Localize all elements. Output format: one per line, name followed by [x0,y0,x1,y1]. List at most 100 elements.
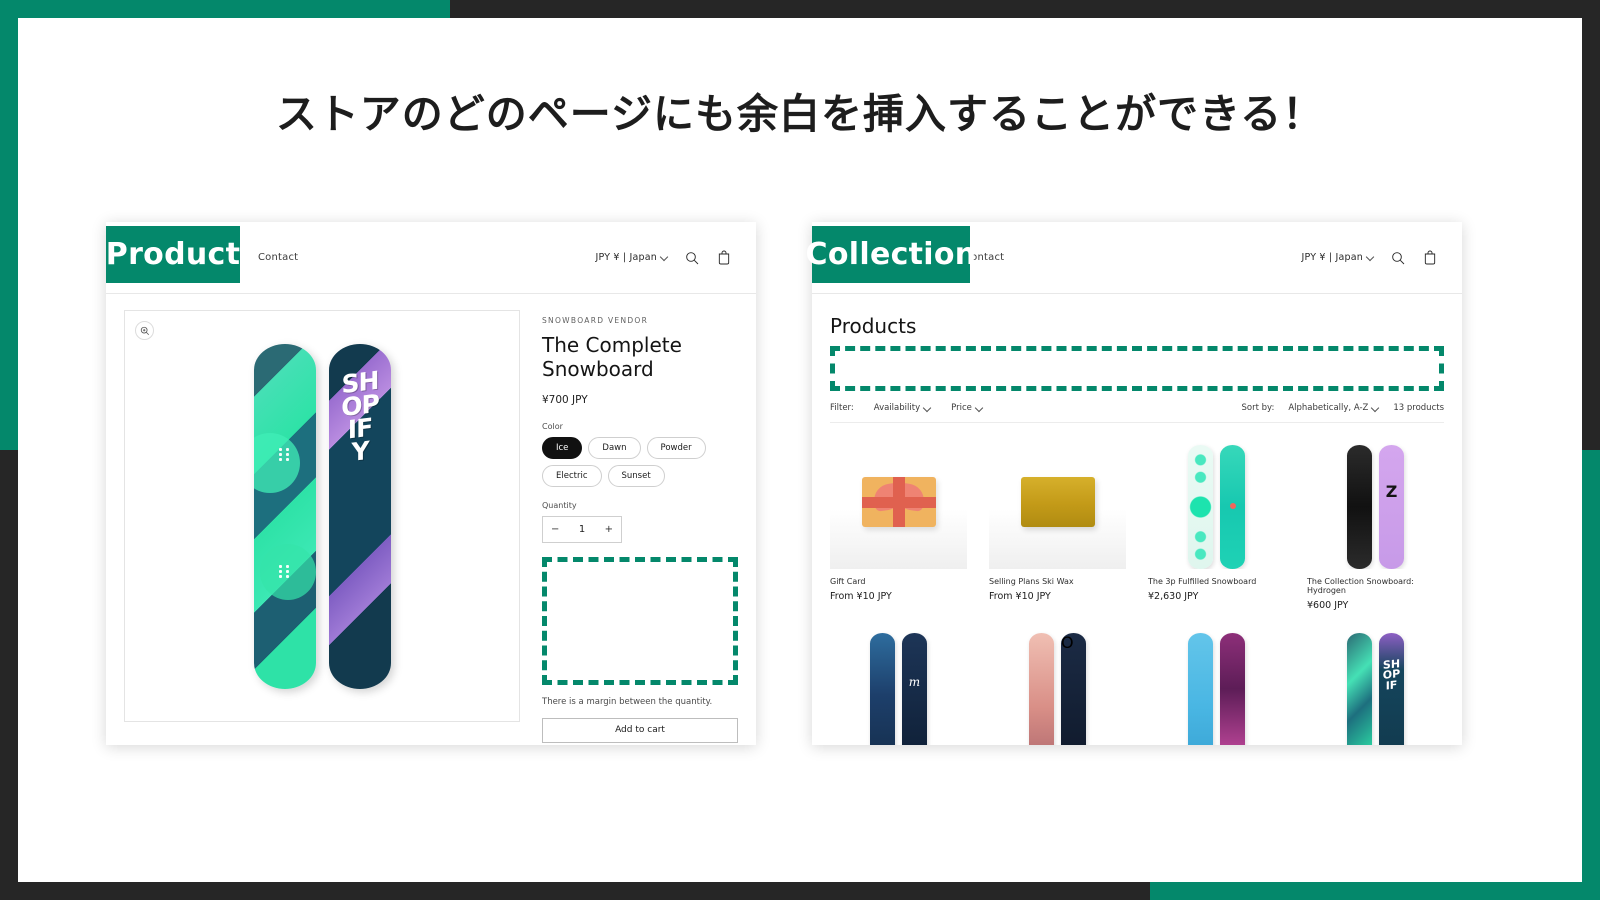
product-grid-row-1: Gift Card From ¥10 JPY Selling Plans Ski… [830,437,1444,611]
search-icon[interactable] [1390,250,1406,266]
snowboard-back-image: SH OP IF Y [328,343,391,689]
color-option-ice[interactable]: Ice [542,436,583,459]
snowboard-image: SH OP IF [1347,629,1404,745]
nav-link-contact[interactable]: Contact [258,252,298,263]
quantity-label: Quantity [542,500,577,510]
product-thumbnail [1148,437,1285,569]
collection-title: Products [830,314,917,338]
chevron-down-icon [1372,405,1379,412]
product-card-gift-card[interactable]: Gift Card From ¥10 JPY [830,437,967,611]
product-price: ¥600 JPY [1307,600,1349,611]
page-title: ストアのどのページにも余白を挿入することができる！ [275,90,1325,138]
product-name: The 3p Fulfilled Snowboard [1148,577,1257,586]
gift-card-image [861,477,936,527]
chevron-down-icon [661,254,668,261]
snowboard-image [1188,441,1245,569]
currency-selector[interactable]: JPY ¥ | Japan [595,252,668,263]
product-price: From ¥10 JPY [989,591,1051,602]
currency-label: JPY ¥ | Japan [595,252,657,263]
cart-icon[interactable] [1422,250,1438,266]
product-thumbnail [1148,625,1285,745]
product-thumbnail: SH OP IF [1307,625,1444,745]
collection-header-actions: JPY ¥ | Japan [1301,250,1438,266]
collection-body: Products Filter: Availability Price Sort… [812,294,1462,745]
product-card-row2-3[interactable] [1148,625,1285,745]
product-thumbnail: O [989,625,1126,745]
color-option-sunset[interactable]: Sunset [607,464,665,487]
quantity-decrease-button[interactable]: − [551,524,559,535]
margin-highlight-box [542,556,738,685]
collection-page-card: Contact JPY ¥ | Japan Products Filter: A… [812,222,1462,745]
filter-label: Filter: [830,403,854,413]
frame-border-top-green [0,0,450,18]
snowboard-image: Z [1347,441,1404,569]
product-gallery[interactable]: SH OP IF Y [124,310,520,722]
filter-availability-label: Availability [873,403,921,413]
frame-border-top-dark [450,0,1600,18]
search-icon[interactable] [684,250,700,266]
product-price: From ¥10 JPY [830,591,892,602]
product-thumbnail: m [830,625,967,745]
color-swatch-group: Ice Dawn Powder Electric Sunset [542,436,738,487]
product-name: The Collection Snowboard: Hydrogen [1307,577,1414,595]
product-thumbnail: Z [1307,437,1444,569]
cart-icon[interactable] [716,250,732,266]
chevron-down-icon [924,405,931,412]
product-page-card: Contact JPY ¥ | Japan SH OP IF Y SNOWBOA… [106,222,756,745]
product-vendor: SNOWBOARD VENDOR [542,316,649,325]
collection-page-badge: Collection [806,226,976,283]
snowboard-image: m [870,629,927,745]
product-price: ¥700 JPY [542,393,588,406]
product-card-row2-2[interactable]: O [989,625,1126,745]
product-title: The Complete Snowboard [542,333,682,382]
product-count: 13 products [1393,403,1444,413]
product-card-row2-1[interactable]: m [830,625,967,745]
product-page-badge: Product [106,226,240,283]
ski-wax-image [1020,477,1095,527]
binding-holes-top [277,447,291,461]
snowboard-front-image [253,343,316,689]
add-to-cart-button[interactable]: Add to cart [542,717,738,743]
quantity-increase-button[interactable]: + [605,524,613,535]
filter-price-label: Price [951,403,972,413]
quantity-input[interactable]: 1 [579,524,585,535]
currency-selector-collection[interactable]: JPY ¥ | Japan [1301,252,1374,263]
sort-value: Alphabetically, A-Z [1288,403,1369,413]
product-header-actions: JPY ¥ | Japan [595,250,732,266]
board-logotype: SH OP IF Y [340,365,379,468]
product-card-row2-4[interactable]: SH OP IF [1307,625,1444,745]
color-option-electric[interactable]: Electric [542,464,602,487]
currency-label-collection: JPY ¥ | Japan [1301,252,1363,263]
snowboard-image: O [1029,629,1086,745]
filter-availability[interactable]: Availability [874,403,931,413]
frame-border-left-dark [0,450,18,900]
margin-caption: There is a margin between the quantity. [542,696,713,707]
chevron-down-icon [1367,254,1374,261]
sort-select[interactable]: Alphabetically, A-Z [1288,403,1379,413]
color-option-dawn[interactable]: Dawn [588,436,641,459]
product-thumbnail [989,437,1126,569]
quantity-stepper[interactable]: − 1 + [542,515,622,543]
filter-bar: Filter: Availability Price Sort by: Alph… [830,403,1444,423]
sort-by-label: Sort by: [1241,403,1275,413]
zoom-in-icon[interactable] [135,321,154,340]
color-label: Color [542,421,563,431]
product-body: SH OP IF Y SNOWBOARD VENDOR The Complete Sn… [106,294,756,745]
product-card-hydrogen-snowboard[interactable]: Z The Collection Snowboard: Hydrogen ¥60… [1307,437,1444,611]
product-image: SH OP IF Y [253,343,391,689]
frame-border-right-dark [1582,0,1600,450]
product-card-ski-wax[interactable]: Selling Plans Ski Wax From ¥10 JPY [989,437,1126,611]
frame-border-right-green [1582,450,1600,900]
frame-border-bottom-dark [0,882,1150,900]
binding-holes-bottom [277,564,291,579]
product-card-3p-fulfilled-snowboard[interactable]: The 3p Fulfilled Snowboard ¥2,630 JPY [1148,437,1285,611]
color-option-powder[interactable]: Powder [646,436,706,459]
frame-border-bottom-green [1150,882,1600,900]
product-grid-row-2: m O SH OP IF [830,625,1444,745]
frame-border-left-green [0,0,18,450]
collection-margin-highlight-box [830,346,1444,391]
product-name: Gift Card [830,577,866,586]
snowboard-image [1188,629,1245,745]
filter-price[interactable]: Price [951,403,983,413]
product-info: SNOWBOARD VENDOR The Complete Snowboard … [542,310,738,745]
